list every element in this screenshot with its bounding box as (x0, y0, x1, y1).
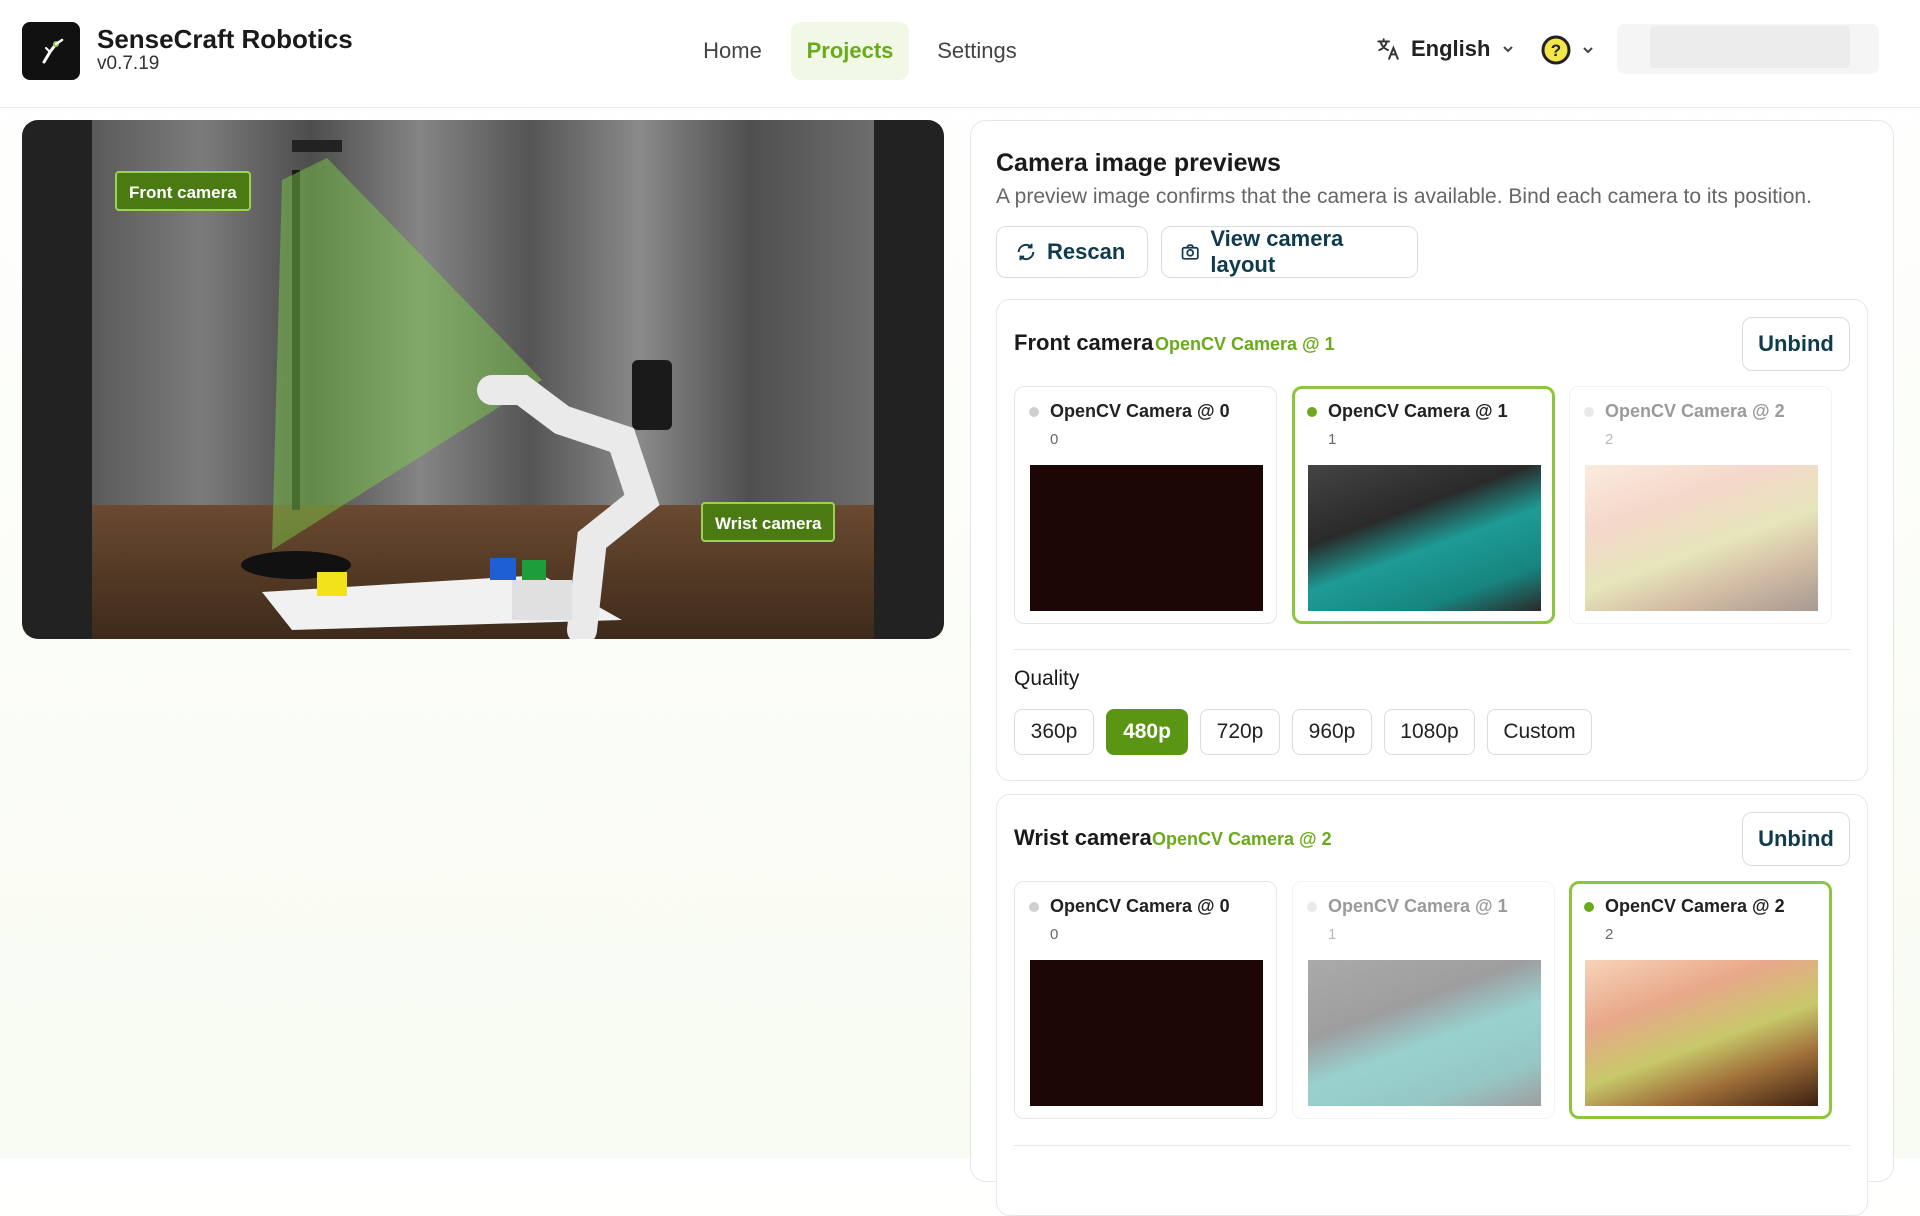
divider (1014, 649, 1850, 650)
app-version: v0.7.19 (97, 53, 160, 74)
quality-option-custom[interactable]: Custom (1487, 709, 1592, 755)
camera-icon (1181, 244, 1199, 260)
camera-preview-image (1030, 465, 1263, 611)
camera-option-name: OpenCV Camera @ 0 (1050, 896, 1230, 916)
panel-subtitle: A preview image confirms that the camera… (996, 185, 1812, 208)
app-logo[interactable] (22, 22, 80, 80)
camera-option-index: 2 (1605, 926, 1614, 943)
robot-video-preview: Front camera Wrist camera (22, 120, 944, 639)
rescan-label: Rescan (1047, 239, 1126, 264)
camera-option-index: 0 (1050, 926, 1059, 943)
language-selector[interactable]: English (1375, 36, 1516, 62)
wrist-camera-option-1[interactable]: OpenCV Camera @ 1 1 (1292, 881, 1555, 1119)
wrist-camera-title: Wrist camera (1014, 825, 1152, 850)
refresh-icon (1017, 243, 1035, 261)
panel-title: Camera image previews (996, 149, 1281, 177)
camera-preview-image (1308, 465, 1541, 611)
divider (1014, 1145, 1850, 1146)
language-label: English (1411, 36, 1491, 61)
robot-arm-icon (42, 38, 64, 64)
front-camera-tag: Front camera (115, 171, 251, 211)
status-dot (1029, 902, 1039, 912)
camera-option-index: 1 (1328, 431, 1337, 448)
chevron-down-icon (1583, 47, 1593, 54)
front-camera-card: Front camera OpenCV Camera @ 1 Unbind Op… (996, 299, 1868, 781)
wrist-unbind-button[interactable]: Unbind (1742, 812, 1850, 866)
camera-option-name: OpenCV Camera @ 1 (1328, 896, 1508, 916)
quality-option-1080p[interactable]: 1080p (1384, 709, 1475, 755)
app-name: SenseCraft Robotics (97, 24, 353, 54)
nav-projects[interactable]: Projects (791, 22, 909, 80)
status-dot (1584, 902, 1594, 912)
camera-option-name: OpenCV Camera @ 2 (1605, 896, 1785, 916)
view-camera-layout-label: View camera layout (1210, 226, 1344, 277)
quality-option-360p[interactable]: 360p (1014, 709, 1094, 755)
svg-text:?: ? (1551, 41, 1561, 60)
status-dot (1307, 407, 1317, 417)
quality-label: Quality (1014, 667, 1080, 690)
front-camera-bound-device: OpenCV Camera @ 1 (1155, 334, 1335, 354)
view-camera-layout-button[interactable]: View camera layout (1161, 226, 1418, 278)
wrist-camera-bound-device: OpenCV Camera @ 2 (1152, 829, 1332, 849)
camera-option-index: 1 (1328, 926, 1337, 943)
quality-option-960p[interactable]: 960p (1292, 709, 1372, 755)
chevron-down-icon (1503, 46, 1514, 53)
camera-preview-image (1308, 960, 1541, 1106)
nav-settings[interactable]: Settings (920, 22, 1034, 80)
camera-preview-image (1585, 465, 1818, 611)
status-dot (1307, 902, 1317, 912)
camera-option-index: 0 (1050, 431, 1059, 448)
front-camera-option-0[interactable]: OpenCV Camera @ 0 0 (1014, 386, 1277, 624)
camera-preview-image (1030, 960, 1263, 1106)
status-dot (1029, 407, 1039, 417)
user-account-placeholder (1650, 26, 1850, 68)
quality-option-480p[interactable]: 480p (1106, 709, 1188, 755)
camera-option-name: OpenCV Camera @ 1 (1328, 401, 1508, 421)
translate-icon (1377, 38, 1399, 60)
rescan-button[interactable]: Rescan (996, 226, 1148, 278)
wrist-camera-tag: Wrist camera (701, 502, 836, 542)
help-menu[interactable]: ? (1540, 34, 1596, 66)
camera-preview-image (1585, 960, 1818, 1106)
wrist-camera-option-0[interactable]: OpenCV Camera @ 0 0 (1014, 881, 1277, 1119)
front-camera-option-1[interactable]: OpenCV Camera @ 1 1 (1292, 386, 1555, 624)
wrist-camera-card: Wrist camera OpenCV Camera @ 2 Unbind Op… (996, 794, 1868, 1216)
front-unbind-button[interactable]: Unbind (1742, 317, 1850, 371)
camera-option-index: 2 (1605, 431, 1614, 448)
camera-option-name: OpenCV Camera @ 0 (1050, 401, 1230, 421)
nav-home[interactable]: Home (685, 22, 780, 80)
front-camera-option-2[interactable]: OpenCV Camera @ 2 2 (1569, 386, 1832, 624)
quality-option-720p[interactable]: 720p (1200, 709, 1280, 755)
top-header: SenseCraft Robotics v0.7.19 Home Project… (0, 0, 1920, 108)
user-account[interactable] (1617, 24, 1879, 74)
camera-previews-panel: Camera image previews A preview image co… (970, 120, 1894, 1216)
front-camera-title: Front camera (1014, 330, 1154, 355)
camera-option-name: OpenCV Camera @ 2 (1605, 401, 1785, 421)
status-dot (1584, 407, 1594, 417)
help-icon: ? (1541, 35, 1571, 65)
wrist-camera-option-2[interactable]: OpenCV Camera @ 2 2 (1569, 881, 1832, 1119)
